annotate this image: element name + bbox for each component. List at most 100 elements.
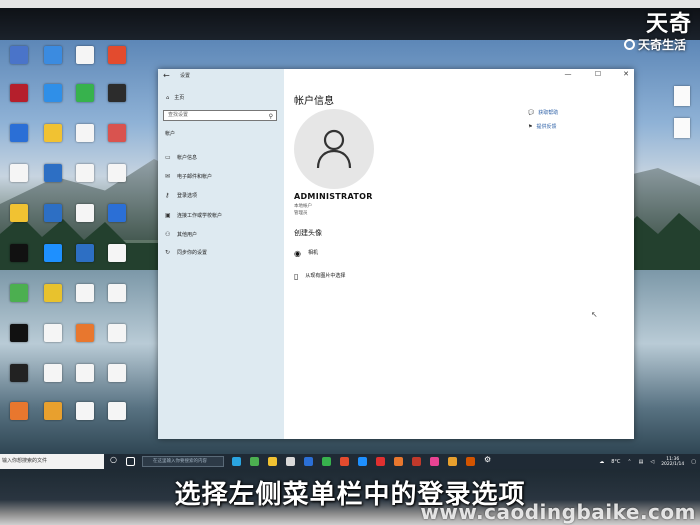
search-icon: ⚲ (268, 113, 273, 120)
app-icon[interactable] (286, 457, 295, 466)
desktop-icon[interactable] (38, 46, 68, 64)
folder-icon[interactable] (268, 457, 277, 466)
app-icon[interactable] (430, 457, 439, 466)
network-icon[interactable]: ▤ (639, 459, 644, 465)
desktop-icon[interactable] (4, 364, 34, 382)
app-icon[interactable] (358, 457, 367, 466)
desktop-icon[interactable] (38, 164, 68, 182)
desktop-icon[interactable] (102, 204, 132, 222)
desktop-icon[interactable] (674, 86, 690, 106)
taskbar-clock[interactable]: 11:36 2022/1/14 (661, 457, 684, 467)
desktop-icon[interactable] (674, 118, 690, 138)
desktop-icon[interactable] (38, 324, 68, 342)
account-role: 管理员 (294, 211, 308, 216)
desktop-icon[interactable] (70, 164, 100, 182)
weather-icon[interactable]: ☁ (599, 459, 604, 465)
app-icon[interactable] (340, 457, 349, 466)
desktop-icon[interactable] (70, 402, 100, 420)
desktop-icon[interactable] (70, 204, 100, 222)
sidebar-item-other-users[interactable]: ⚇ 其他用户 (165, 231, 197, 238)
desktop-icon[interactable] (102, 124, 132, 142)
desktop-icon[interactable] (70, 244, 100, 262)
desktop-icon[interactable] (38, 364, 68, 382)
sidebar-item-home[interactable]: ⌂ 主页 (166, 94, 184, 102)
sidebar-item-label: 登录选项 (177, 193, 198, 199)
sidebar-item-work-school[interactable]: ▣ 连接工作或学校帐户 (165, 212, 222, 219)
sync-icon: ↻ (165, 249, 171, 256)
desktop-icon[interactable] (38, 402, 68, 420)
settings-window: ← 设置 ⌂ 主页 查找设置 ⚲ 帐户 ▭ 帐户信息 ✉ 电子邮件和帐户 ⚷ 登… (158, 69, 634, 439)
wechat-icon[interactable] (322, 457, 331, 466)
desktop-icon[interactable] (38, 204, 68, 222)
settings-gear-icon[interactable]: ⚙ (484, 455, 493, 464)
sidebar-item-sync-settings[interactable]: ↻ 同步你的设置 (165, 249, 207, 256)
browse-picture-option[interactable]: ▯ 从现有图片中选择 (294, 272, 345, 281)
desktop-icon[interactable] (70, 324, 100, 342)
account-type: 本地帐户 (294, 204, 312, 209)
sidebar-item-email-accounts[interactable]: ✉ 电子邮件和帐户 (165, 173, 212, 180)
app-icon[interactable] (412, 457, 421, 466)
desktop-icon-grid (0, 40, 158, 454)
desktop-icon[interactable] (70, 284, 100, 302)
app-icon[interactable] (394, 457, 403, 466)
desktop-icon[interactable] (70, 124, 100, 142)
task-view-icon[interactable]: ○ (110, 455, 119, 464)
desktop-icon[interactable] (102, 324, 132, 342)
desktop-icon[interactable] (4, 244, 34, 262)
desktop-icon[interactable] (102, 284, 132, 302)
option-label: 相机 (307, 250, 318, 256)
clock-date: 2022/1/14 (661, 461, 685, 467)
desktop-icon[interactable] (38, 84, 68, 102)
desktop-icon[interactable] (38, 244, 68, 262)
home-icon: ⌂ (166, 94, 170, 101)
get-help-link[interactable]: 💬 获取帮助 (528, 109, 558, 117)
app-icon[interactable] (250, 457, 259, 466)
notification-icon[interactable]: ▢ (691, 459, 696, 465)
volume-icon[interactable]: ◁ (650, 459, 654, 465)
tray-chevron-icon[interactable]: ⌃ (627, 459, 631, 465)
camera-option[interactable]: ◉ 相机 (294, 249, 318, 258)
sidebar-item-account-info[interactable]: ▭ 帐户信息 (165, 154, 197, 161)
desktop-icon[interactable] (70, 364, 100, 382)
taskbar-search-text[interactable]: 输入你想搜索的文件 (0, 454, 104, 469)
watermark-logo-icon (623, 39, 635, 50)
desktop-icons-right (674, 86, 694, 150)
email-icon: ✉ (165, 173, 171, 180)
desktop-icon[interactable] (38, 124, 68, 142)
desktop-icon[interactable] (102, 84, 132, 102)
desktop-icon[interactable] (4, 124, 34, 142)
taskbar-search-box[interactable]: 在这里输入你要搜索的内容 (142, 456, 224, 467)
desktop-icon[interactable] (4, 284, 34, 302)
sidebar-section-label: 帐户 (165, 131, 176, 137)
desktop-icon[interactable] (4, 402, 34, 420)
desktop-icon[interactable] (4, 324, 34, 342)
window-title: 设置 (180, 73, 191, 79)
app-icon[interactable] (466, 457, 475, 466)
wps-icon[interactable] (376, 457, 385, 466)
link-label: 提供反馈 (536, 124, 557, 130)
desktop-icon[interactable] (102, 364, 132, 382)
sidebar-item-sign-in-options[interactable]: ⚷ 登录选项 (165, 192, 197, 199)
desktop-icon[interactable] (70, 84, 100, 102)
edge-icon[interactable] (232, 457, 241, 466)
sidebar-item-label: 帐户信息 (177, 155, 198, 161)
back-button[interactable]: ← (163, 71, 170, 80)
desktop-icon[interactable] (70, 46, 100, 64)
user-avatar-icon (316, 129, 352, 169)
search-placeholder: 查找设置 (168, 112, 189, 118)
desktop-icon[interactable] (102, 244, 132, 262)
app-icon[interactable] (448, 457, 457, 466)
feedback-icon: ⚑ (528, 123, 533, 130)
give-feedback-link[interactable]: ⚑ 提供反馈 (528, 123, 558, 131)
desktop-icon[interactable] (4, 164, 34, 182)
settings-search-input[interactable]: 查找设置 ⚲ (163, 110, 277, 121)
desktop-icon[interactable] (102, 164, 132, 182)
desktop-icon[interactable] (102, 402, 132, 420)
desktop-icon[interactable] (4, 46, 34, 64)
desktop-icon[interactable] (4, 204, 34, 222)
desktop-icon[interactable] (4, 84, 34, 102)
widgets-icon[interactable] (126, 457, 135, 466)
desktop-icon[interactable] (102, 46, 132, 64)
app-icon[interactable] (304, 457, 313, 466)
desktop-icon[interactable] (38, 284, 68, 302)
